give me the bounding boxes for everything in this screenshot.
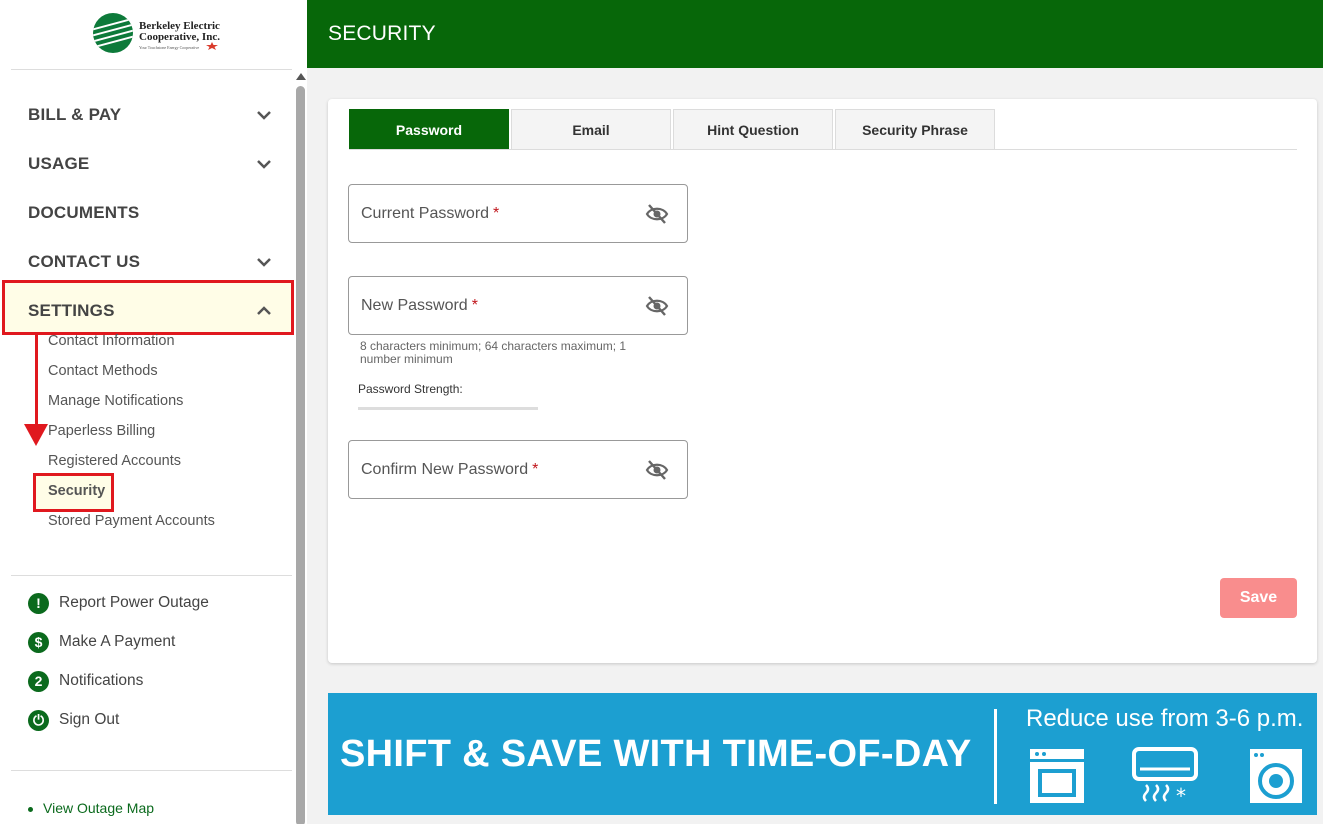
logo-mark-icon xyxy=(93,13,133,53)
power-icon: ⏻ xyxy=(28,709,49,731)
banner-subtext: Reduce use from 3-6 p.m. xyxy=(1026,705,1304,732)
settings-item-contact-information[interactable]: Contact Information xyxy=(48,333,175,349)
tab-hint-question[interactable]: Hint Question xyxy=(673,109,833,149)
quick-link-label: Sign Out xyxy=(59,711,120,728)
nav-settings[interactable]: SETTINGS xyxy=(28,301,115,321)
quick-link-report-outage[interactable]: ! Report Power Outage xyxy=(28,591,209,615)
password-requirements-hint: 8 characters minimum; 64 characters maxi… xyxy=(360,339,627,366)
tab-password[interactable]: Password xyxy=(349,109,509,149)
confirm-password-label: Confirm New Password * xyxy=(361,461,539,478)
divider xyxy=(11,575,292,576)
sidebar-scrollbar[interactable] xyxy=(294,70,307,824)
password-strength-meter xyxy=(358,407,538,410)
settings-item-stored-payment-accounts[interactable]: Stored Payment Accounts xyxy=(48,513,215,529)
divider xyxy=(11,69,292,70)
chevron-up-icon[interactable] xyxy=(256,306,272,316)
sidebar: Berkeley Electric Cooperative, Inc. Your… xyxy=(0,0,307,824)
nav-documents[interactable]: DOCUMENTS xyxy=(28,203,139,223)
logo-name: Berkeley Electric Cooperative, Inc. xyxy=(139,20,220,43)
dollar-icon: $ xyxy=(28,631,49,653)
eye-off-icon[interactable] xyxy=(645,295,669,317)
settings-item-security[interactable]: Security xyxy=(48,483,105,499)
current-password-label: Current Password * xyxy=(361,205,500,222)
eye-off-icon[interactable] xyxy=(645,459,669,481)
save-button[interactable]: Save xyxy=(1220,578,1297,618)
chevron-down-icon[interactable] xyxy=(256,257,272,267)
banner-headline: SHIFT & SAVE WITH TIME-OF-DAY xyxy=(340,733,972,775)
chevron-down-icon[interactable] xyxy=(256,159,272,169)
password-strength-label: Password Strength: xyxy=(358,382,463,396)
scroll-thumb[interactable] xyxy=(296,86,305,824)
notification-count-icon: 2 xyxy=(28,670,49,692)
page-title: SECURITY xyxy=(328,22,436,45)
touchstone-star-icon xyxy=(206,42,218,50)
bullet-icon xyxy=(28,806,33,812)
settings-item-manage-notifications[interactable]: Manage Notifications xyxy=(48,393,183,409)
svg-text:*: * xyxy=(1176,784,1186,807)
nav-contact-us[interactable]: CONTACT US xyxy=(28,252,140,272)
exclamation-icon: ! xyxy=(28,592,49,614)
quick-link-notifications[interactable]: 2 Notifications xyxy=(28,669,143,693)
security-card: Password Email Hint Question Security Ph… xyxy=(328,99,1317,663)
divider xyxy=(11,770,292,771)
tab-bar: Password Email Hint Question Security Ph… xyxy=(349,109,997,149)
annotation-arrow-line xyxy=(35,334,38,429)
settings-item-paperless-billing[interactable]: Paperless Billing xyxy=(48,423,155,439)
logo-tagline: Your Touchstone Energy Cooperative xyxy=(139,45,200,50)
banner-divider xyxy=(994,709,997,804)
new-password-label: New Password * xyxy=(361,297,478,314)
quick-link-label: Notifications xyxy=(59,672,144,689)
chevron-down-icon[interactable] xyxy=(256,110,272,120)
annotation-arrow-head-icon xyxy=(24,424,48,446)
settings-item-contact-methods[interactable]: Contact Methods xyxy=(48,363,158,379)
current-password-field[interactable]: Current Password * xyxy=(348,184,688,243)
oven-icon xyxy=(1030,749,1084,803)
nav-usage[interactable]: USAGE xyxy=(28,154,89,174)
settings-item-registered-accounts[interactable]: Registered Accounts xyxy=(48,453,181,469)
tab-divider xyxy=(349,149,1297,150)
nav-bill-pay[interactable]: BILL & PAY xyxy=(28,105,121,125)
air-conditioner-icon: * xyxy=(1132,747,1198,807)
scroll-up-arrow-icon[interactable] xyxy=(296,73,306,80)
view-outage-map-label: View Outage Map xyxy=(43,800,155,816)
quick-link-make-payment[interactable]: $ Make A Payment xyxy=(28,630,175,654)
new-password-field[interactable]: New Password * xyxy=(348,276,688,335)
page-header: SECURITY xyxy=(307,0,1323,68)
logo[interactable]: Berkeley Electric Cooperative, Inc. Your… xyxy=(0,0,307,68)
tab-email[interactable]: Email xyxy=(511,109,671,149)
tab-security-phrase[interactable]: Security Phrase xyxy=(835,109,995,149)
quick-link-label: Report Power Outage xyxy=(59,594,209,611)
washing-machine-icon xyxy=(1250,749,1302,803)
eye-off-icon[interactable] xyxy=(645,203,669,225)
view-outage-map-link[interactable]: View Outage Map xyxy=(28,800,154,816)
confirm-password-field[interactable]: Confirm New Password * xyxy=(348,440,688,499)
promo-banner[interactable]: SHIFT & SAVE WITH TIME-OF-DAY Reduce use… xyxy=(328,693,1317,815)
quick-link-label: Make A Payment xyxy=(59,633,176,650)
quick-link-sign-out[interactable]: ⏻ Sign Out xyxy=(28,708,119,732)
